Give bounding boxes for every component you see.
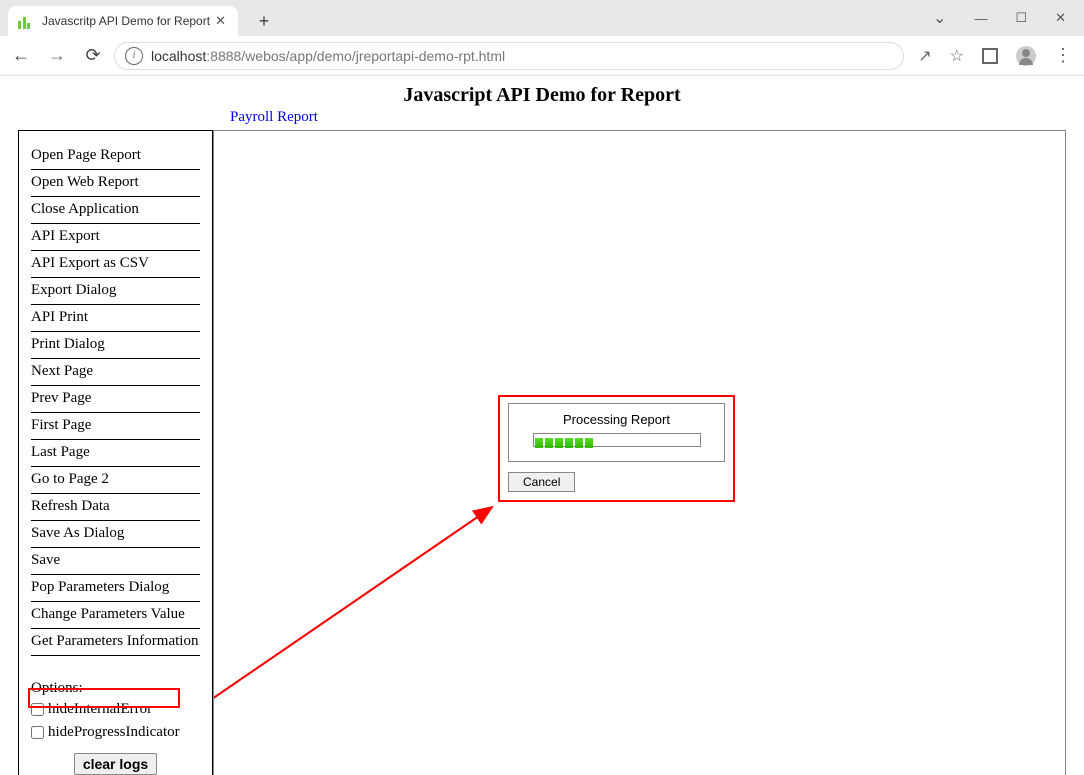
tab-title: Javascritp API Demo for Report bbox=[42, 14, 213, 28]
chevron-down-icon[interactable]: ⌄ bbox=[933, 8, 946, 28]
action-item[interactable]: Close Application bbox=[31, 197, 200, 224]
action-item[interactable]: Open Web Report bbox=[31, 170, 200, 197]
page-title: Javascript API Demo for Report bbox=[0, 84, 1084, 107]
address-bar[interactable]: i localhost:8888/webos/app/demo/jreporta… bbox=[114, 42, 904, 70]
bookmark-icon[interactable]: ☆ bbox=[950, 46, 964, 66]
forward-button[interactable]: → bbox=[42, 41, 72, 71]
clear-logs-button[interactable]: clear logs bbox=[74, 753, 157, 775]
progress-bar bbox=[533, 433, 701, 447]
minimize-icon[interactable]: — bbox=[974, 11, 987, 26]
reload-button[interactable]: ⟳ bbox=[78, 41, 108, 71]
window-controls: ⌄ — ☐ ✕ bbox=[933, 0, 1084, 36]
action-item[interactable]: Open Page Report bbox=[31, 143, 200, 170]
action-item[interactable]: First Page bbox=[31, 413, 200, 440]
action-item[interactable]: API Export as CSV bbox=[31, 251, 200, 278]
action-item[interactable]: Next Page bbox=[31, 359, 200, 386]
url-path: :8888/webos/app/demo/jreportapi-demo-rpt… bbox=[206, 48, 505, 64]
profile-avatar[interactable] bbox=[1016, 46, 1036, 66]
options-label: Options: bbox=[31, 680, 200, 697]
close-window-icon[interactable]: ✕ bbox=[1055, 10, 1066, 26]
sidebar: Open Page ReportOpen Web ReportClose App… bbox=[18, 130, 213, 775]
payroll-report-link[interactable]: Payroll Report bbox=[230, 109, 1084, 126]
kebab-menu-icon[interactable]: ⋮ bbox=[1054, 45, 1070, 66]
action-item[interactable]: Prev Page bbox=[31, 386, 200, 413]
option-hide-internal-error[interactable]: hideInternalError bbox=[31, 697, 200, 720]
site-info-icon[interactable]: i bbox=[125, 47, 143, 65]
action-item[interactable]: Change Parameters Value bbox=[31, 602, 200, 629]
favicon-icon bbox=[18, 13, 34, 29]
option-label: hideInternalError bbox=[48, 701, 152, 718]
action-item[interactable]: Save bbox=[31, 548, 200, 575]
option-label: hideProgressIndicator bbox=[48, 724, 180, 741]
page-viewport[interactable]: Javascript API Demo for Report Payroll R… bbox=[0, 76, 1084, 775]
share-icon[interactable]: ↗ bbox=[918, 46, 931, 66]
checkbox-hide-internal-error[interactable] bbox=[31, 703, 44, 716]
action-item[interactable]: Get Parameters Information bbox=[31, 629, 200, 656]
checkbox-hide-progress-indicator[interactable] bbox=[31, 726, 44, 739]
progress-dialog-highlight: Processing Report Cancel bbox=[498, 395, 735, 502]
new-tab-button[interactable]: + bbox=[250, 7, 278, 35]
action-item[interactable]: Last Page bbox=[31, 440, 200, 467]
toolbar-right: ↗ ☆ ⋮ bbox=[910, 45, 1078, 66]
action-item[interactable]: Save As Dialog bbox=[31, 521, 200, 548]
maximize-icon[interactable]: ☐ bbox=[1015, 10, 1027, 26]
action-item[interactable]: API Print bbox=[31, 305, 200, 332]
browser-chrome: Javascritp API Demo for Report ✕ + ⌄ — ☐… bbox=[0, 0, 1084, 76]
sidepanel-icon[interactable] bbox=[982, 48, 998, 64]
action-item[interactable]: Pop Parameters Dialog bbox=[31, 575, 200, 602]
report-area: Processing Report Cancel bbox=[213, 130, 1066, 775]
toolbar: ← → ⟳ i localhost:8888/webos/app/demo/jr… bbox=[0, 36, 1084, 76]
url-host: localhost bbox=[151, 48, 206, 64]
back-button[interactable]: ← bbox=[6, 41, 36, 71]
cancel-button[interactable]: Cancel bbox=[508, 472, 575, 492]
tab-strip: Javascritp API Demo for Report ✕ + ⌄ — ☐… bbox=[0, 0, 1084, 36]
progress-dialog-title: Processing Report bbox=[515, 412, 718, 427]
action-item[interactable]: Print Dialog bbox=[31, 332, 200, 359]
close-tab-icon[interactable]: ✕ bbox=[213, 13, 228, 29]
action-item[interactable]: API Export bbox=[31, 224, 200, 251]
progress-dialog: Processing Report bbox=[508, 403, 725, 462]
action-item[interactable]: Refresh Data bbox=[31, 494, 200, 521]
option-hide-progress-indicator[interactable]: hideProgressIndicator bbox=[31, 720, 200, 743]
action-item[interactable]: Export Dialog bbox=[31, 278, 200, 305]
action-item[interactable]: Go to Page 2 bbox=[31, 467, 200, 494]
browser-tab[interactable]: Javascritp API Demo for Report ✕ bbox=[8, 6, 238, 36]
